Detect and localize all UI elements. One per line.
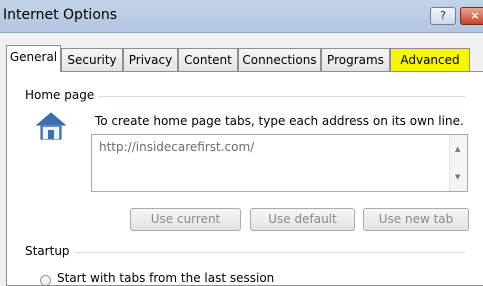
home-page-address-value: http://insidecarefirst.com/ — [99, 140, 255, 154]
start-with-last-session-radio[interactable] — [40, 275, 51, 286]
tab-connections[interactable]: Connections — [238, 48, 321, 71]
scroll-up-icon[interactable]: ▲ — [455, 145, 460, 153]
start-with-last-session-label: Start with tabs from the last session — [57, 271, 275, 285]
use-default-button[interactable]: Use default — [250, 208, 355, 231]
tab-privacy[interactable]: Privacy — [123, 48, 178, 71]
help-button[interactable]: ? — [430, 7, 456, 25]
address-scrollbar[interactable]: ▲ ▼ — [449, 135, 467, 191]
house-icon — [35, 112, 67, 140]
title-bar: Internet Options ? × — [0, 0, 483, 33]
tab-general[interactable]: General — [6, 45, 61, 72]
window-title: Internet Options — [3, 7, 118, 23]
home-page-hint: To create home page tabs, type each addr… — [95, 114, 464, 128]
tab-security[interactable]: Security — [61, 48, 123, 71]
tab-advanced[interactable]: Advanced — [390, 48, 470, 71]
scroll-down-icon[interactable]: ▼ — [455, 173, 460, 181]
startup-divider — [25, 252, 465, 253]
tab-content[interactable]: Content — [178, 48, 238, 71]
use-current-button[interactable]: Use current — [130, 208, 241, 231]
tab-programs[interactable]: Programs — [321, 48, 390, 71]
home-page-address-field[interactable]: http://insidecarefirst.com/ ▲ ▼ — [91, 134, 468, 192]
general-tab-panel: Home page To create home page tabs, type… — [6, 71, 483, 286]
close-button[interactable]: × — [460, 7, 483, 25]
use-new-tab-button[interactable]: Use new tab — [363, 208, 469, 231]
home-page-group-label: Home page — [25, 88, 99, 102]
startup-group-label: Startup — [25, 244, 74, 258]
